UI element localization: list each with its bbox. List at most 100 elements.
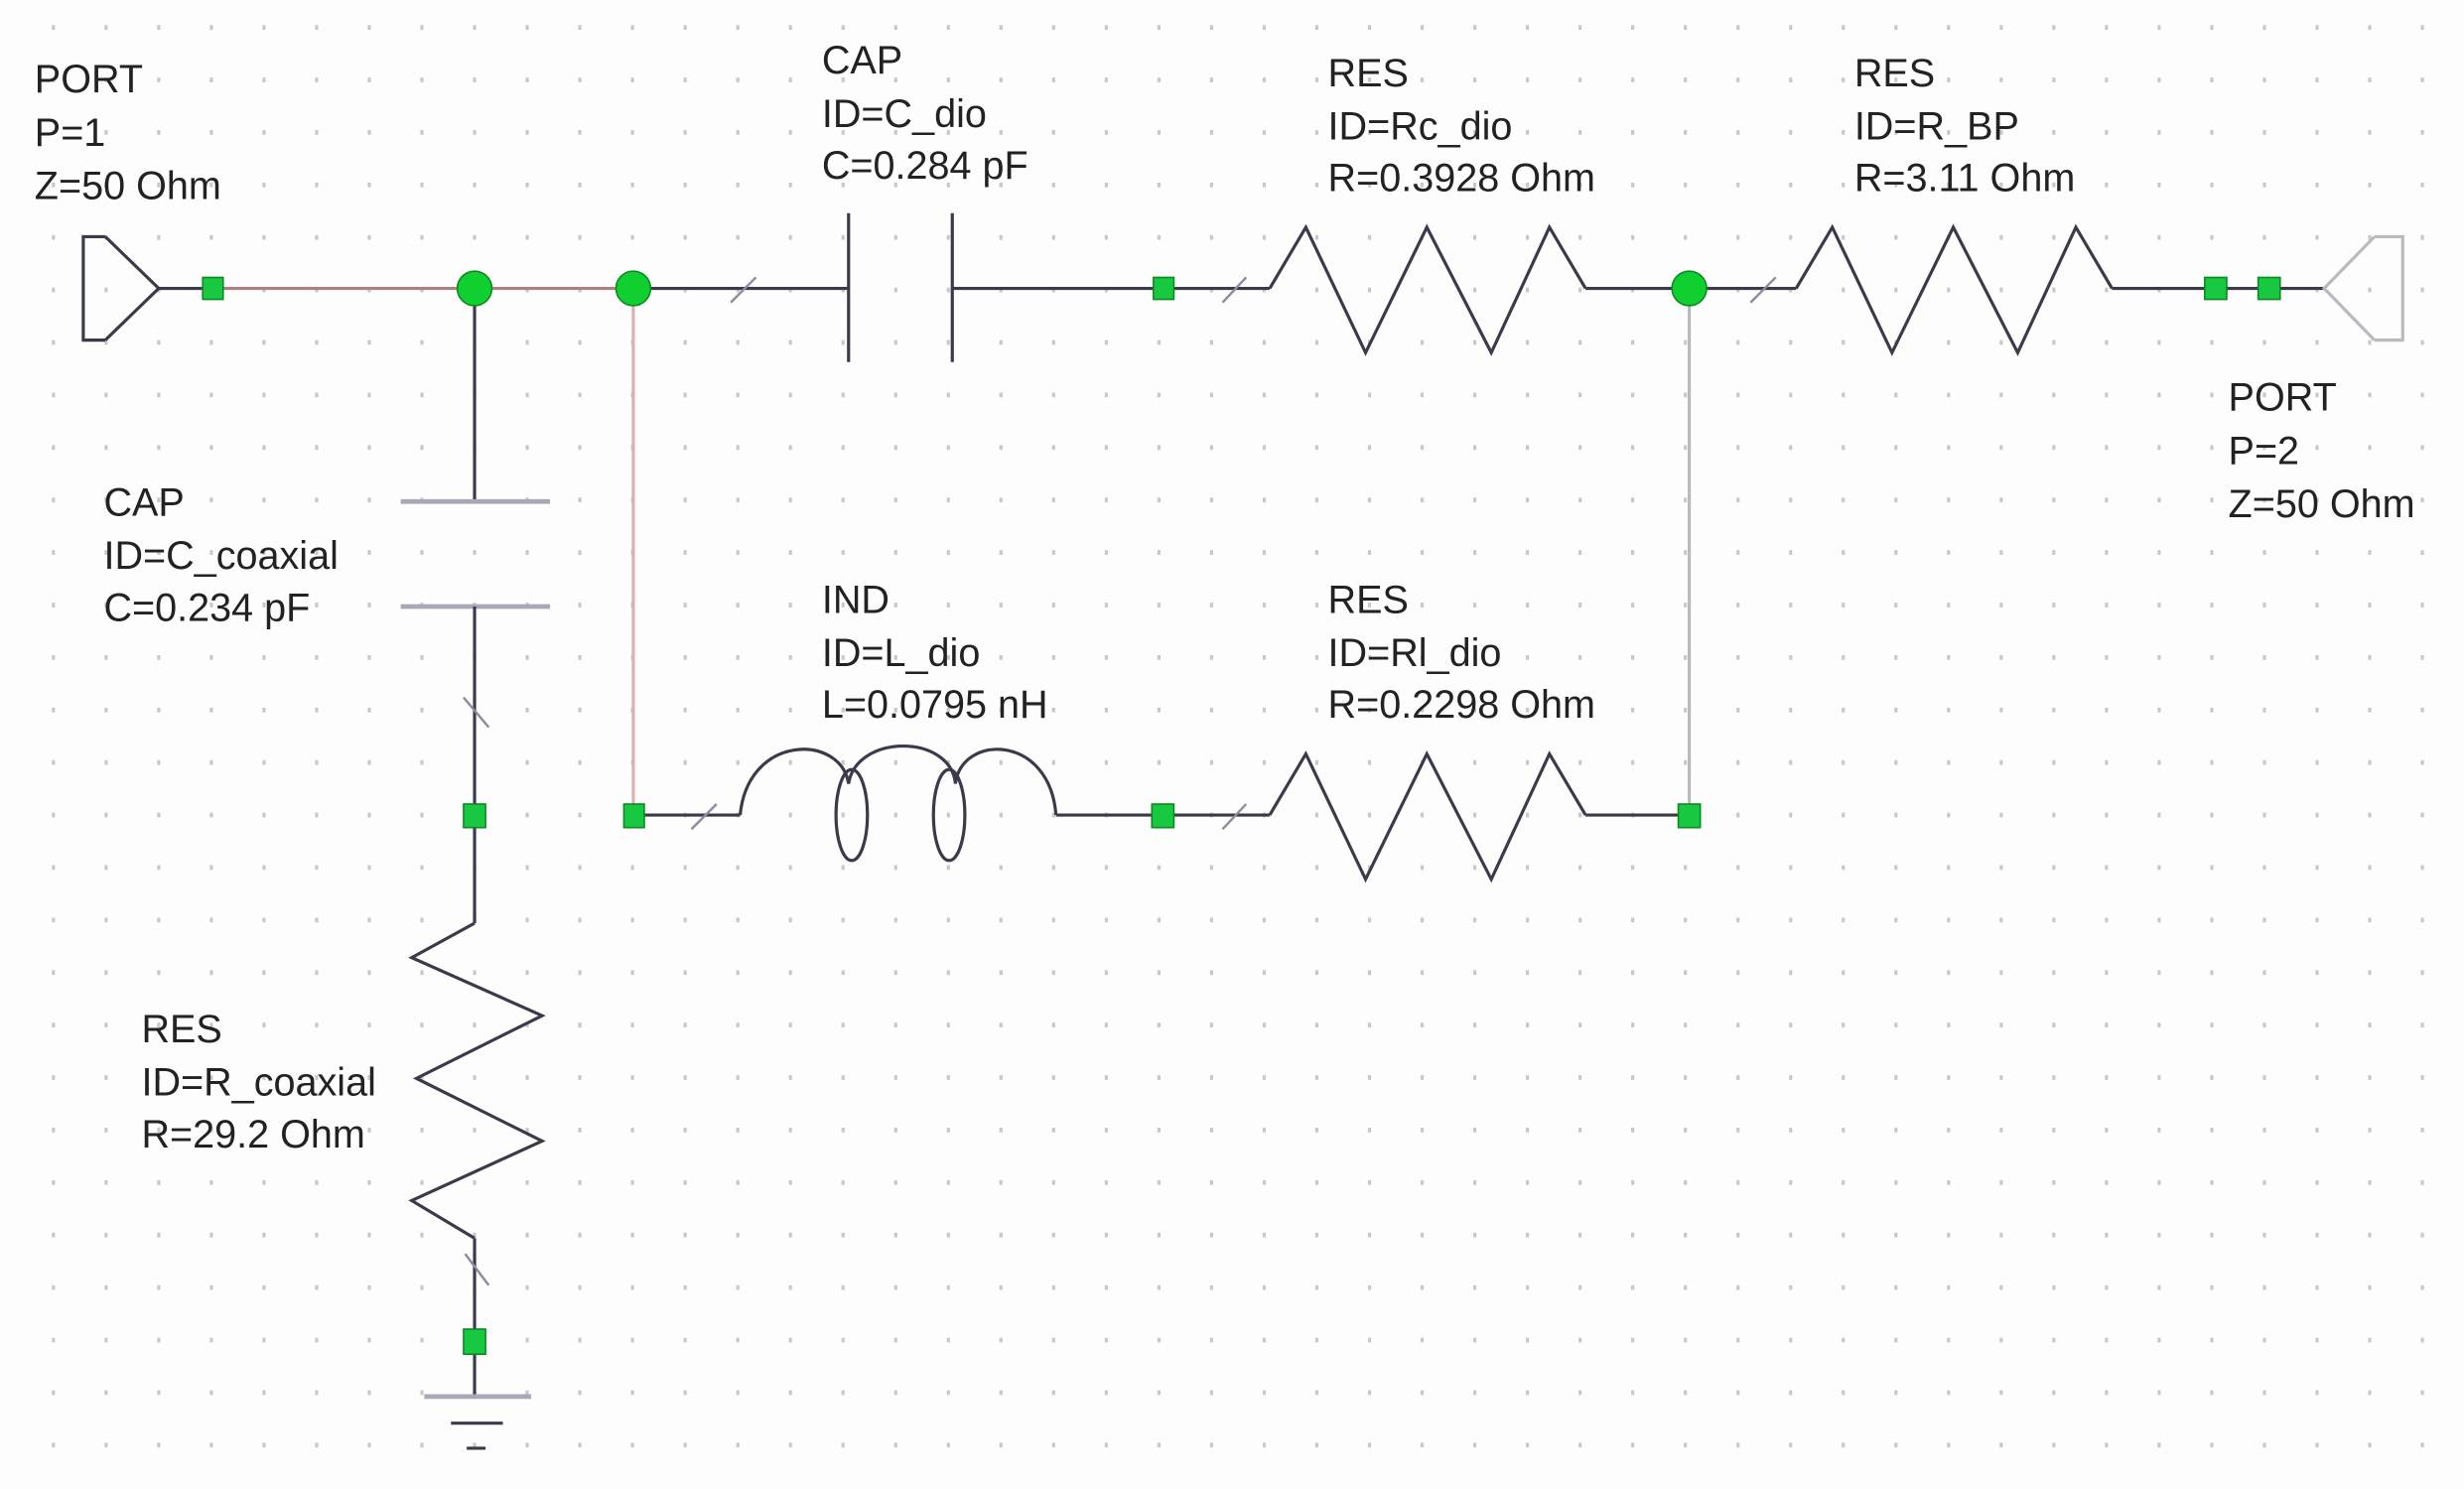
grid-dot	[2420, 970, 2424, 976]
grid-dot	[2157, 130, 2161, 135]
grid-dot	[1104, 234, 1108, 240]
grid-dot	[1842, 917, 1846, 923]
grid-dot	[1999, 392, 2003, 398]
grid-dot	[1104, 445, 1108, 451]
grid-dot	[2157, 1075, 2161, 1080]
grid-dot	[157, 234, 161, 240]
junction-node[interactable]	[1671, 270, 1708, 307]
label-l-dio[interactable]: IND ID=L_dio L=0.0795 nH	[822, 578, 1048, 727]
grid-dot	[1736, 759, 1740, 765]
grid-dot	[1789, 497, 1793, 503]
grid-dot	[1472, 1232, 1477, 1238]
grid-dot	[104, 707, 108, 713]
grid-dot	[1472, 25, 1477, 30]
grid-dot	[893, 865, 897, 871]
port-2-symbol[interactable]	[2321, 234, 2404, 342]
grid-dot	[1051, 25, 1055, 30]
grid-dot	[2262, 130, 2266, 135]
grid-dot	[2105, 182, 2109, 188]
grid-dot	[1314, 1390, 1319, 1396]
pin-marker[interactable]	[463, 803, 486, 829]
label-r-bp[interactable]: RES ID=R_BP R=3.11 Ohm	[1854, 52, 2075, 201]
grid-dot	[1631, 707, 1635, 713]
grid-dot	[1526, 1285, 1530, 1290]
grid-dot	[999, 445, 1003, 451]
grid-dot	[1262, 1337, 1267, 1343]
grid-dot	[1578, 339, 1582, 345]
grid-dot	[736, 1179, 740, 1185]
grid-dot	[841, 970, 845, 976]
grid-dot	[1526, 234, 1530, 240]
grid-dot	[841, 339, 845, 345]
label-port-2[interactable]: PORT P=2 Z=50 Ohm	[2229, 376, 2415, 526]
grid-dot	[1262, 339, 1267, 345]
grid-dot	[1789, 917, 1793, 923]
grid-dot	[1736, 812, 1740, 818]
grid-dot	[104, 1442, 108, 1448]
grid-dot	[1104, 1390, 1108, 1396]
grid-dot	[1262, 497, 1267, 503]
capacitor-c-dio[interactable]	[847, 212, 954, 362]
pin-marker[interactable]	[622, 803, 645, 829]
grid-dot	[1842, 1128, 1846, 1133]
grid-dot	[1262, 603, 1267, 608]
grid-dot	[736, 1390, 740, 1396]
grid-dot	[2105, 759, 2109, 765]
grid-dot	[1842, 655, 1846, 660]
grid-dot	[262, 130, 266, 135]
grid-dot	[2420, 1390, 2424, 1396]
port-1-symbol[interactable]	[81, 234, 162, 342]
grid-dot	[1314, 1179, 1319, 1185]
grid-dot	[367, 1285, 371, 1290]
junction-node[interactable]	[615, 270, 652, 307]
grid-dot	[1367, 1390, 1372, 1396]
label-value: R=3.11 Ohm	[1854, 157, 2075, 201]
junction-node[interactable]	[456, 270, 493, 307]
grid-dot	[683, 445, 687, 451]
grid-dot	[315, 759, 319, 765]
pin-marker[interactable]	[1153, 276, 1175, 301]
grid-dot	[1209, 865, 1214, 871]
pin-marker[interactable]	[202, 276, 224, 301]
grid-dot	[157, 707, 161, 713]
grid-dot	[1631, 1075, 1635, 1080]
label-rc-dio[interactable]: RES ID=Rc_dio R=0.3928 Ohm	[1328, 52, 1595, 201]
grid-dot	[1209, 392, 1214, 398]
grid-dot	[630, 1232, 634, 1238]
grid-dot	[1736, 655, 1740, 660]
grid-dot	[2368, 707, 2372, 713]
grid-dot	[736, 1075, 740, 1080]
schematic-canvas[interactable]: PORT P=1 Z=50 Ohm CAP ID=C_dio C=0.284 p…	[0, 0, 2464, 1489]
grid-dot	[2157, 917, 2161, 923]
grid-dot	[525, 182, 529, 188]
grid-dot	[2315, 339, 2319, 345]
inductor-l-dio[interactable]	[738, 744, 1058, 863]
grid-dot	[209, 812, 213, 818]
label-c-dio[interactable]: CAP ID=C_dio C=0.284 pF	[822, 39, 1028, 188]
grid-dot	[841, 497, 845, 503]
label-c-coaxial[interactable]: CAP ID=C_coaxial C=0.234 pF	[103, 481, 338, 630]
grid-dot	[2315, 603, 2319, 608]
grid-dot	[946, 1390, 950, 1396]
resistor-r-coaxial[interactable]	[408, 921, 546, 1240]
grid-dot	[630, 77, 634, 82]
grid-dot	[1051, 550, 1055, 555]
label-id: ID=C_coaxial	[103, 534, 338, 578]
pin-marker[interactable]	[1677, 803, 1702, 829]
pin-marker[interactable]	[463, 1328, 486, 1355]
grid-dot	[2368, 77, 2372, 82]
grid-dot	[2105, 25, 2109, 30]
grid-dot	[946, 970, 950, 976]
grid-dot	[2420, 445, 2424, 451]
grid-dot	[2052, 1075, 2056, 1080]
pin-marker[interactable]	[1151, 803, 1175, 829]
grid-dot	[2052, 1179, 2056, 1185]
label-r-coaxial[interactable]: RES ID=R_coaxial R=29.2 Ohm	[141, 1008, 375, 1156]
grid-dot	[2368, 550, 2372, 555]
label-rl-dio[interactable]: RES ID=Rl_dio R=0.2298 Ohm	[1328, 578, 1595, 727]
grid-dot	[1472, 445, 1477, 451]
pin-marker[interactable]	[2257, 276, 2281, 301]
grid-dot	[2105, 1128, 2109, 1133]
label-port-1[interactable]: PORT P=1 Z=50 Ohm	[35, 58, 221, 207]
pin-marker[interactable]	[2204, 276, 2228, 301]
